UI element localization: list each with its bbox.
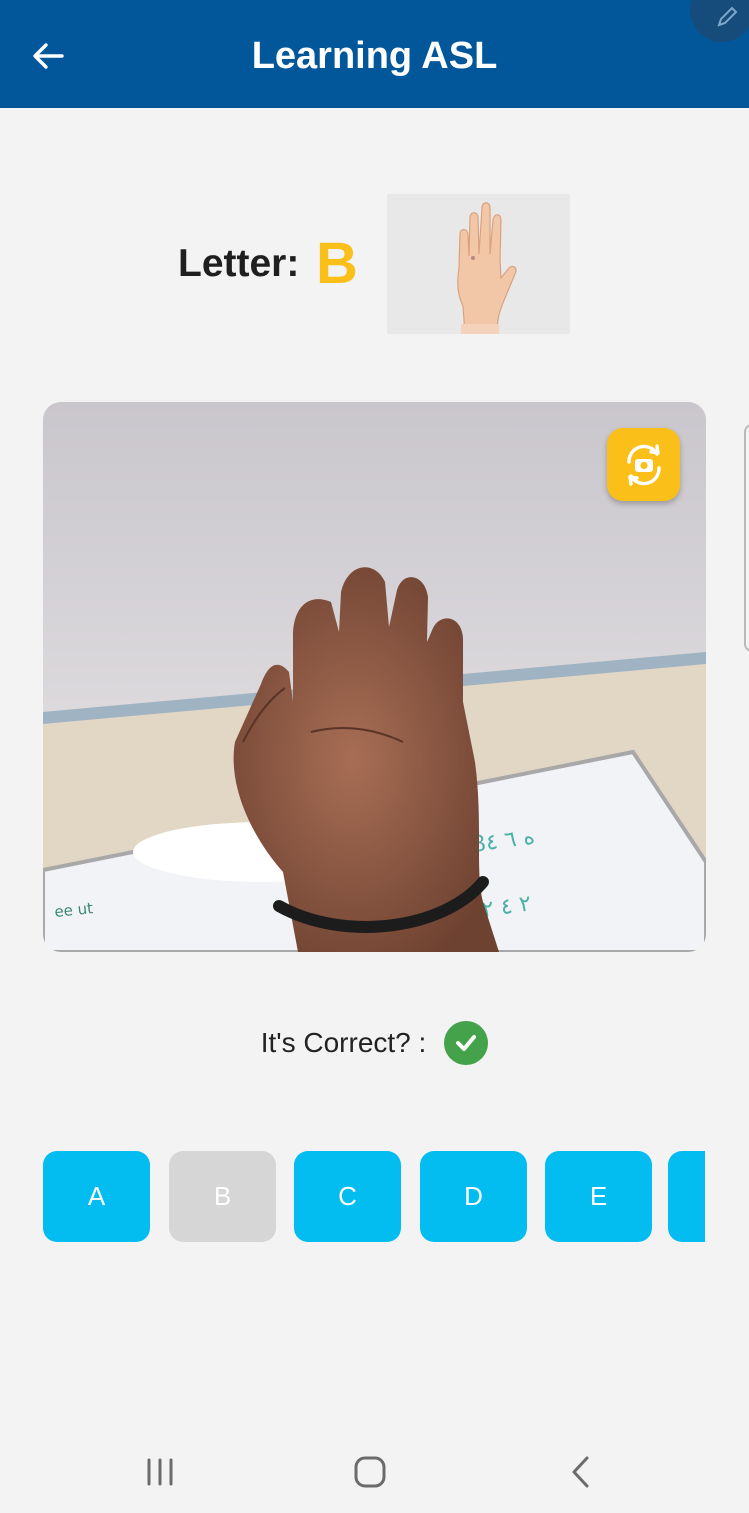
camera-switch-icon [626, 443, 661, 486]
letter-selector[interactable]: A B C D E [43, 1151, 705, 1242]
switch-camera-button[interactable] [607, 428, 680, 501]
letter-button-a[interactable]: A [43, 1151, 150, 1242]
reference-sign-image [387, 194, 570, 334]
side-panel-handle[interactable] [744, 424, 749, 652]
recent-apps-icon[interactable] [145, 1458, 175, 1486]
letter-button-next[interactable] [668, 1151, 705, 1242]
current-letter: B [316, 231, 358, 296]
system-nav-bar [0, 1428, 749, 1513]
home-icon[interactable] [354, 1456, 386, 1488]
letter-button-e[interactable]: E [545, 1151, 652, 1242]
letter-button-c[interactable]: C [294, 1151, 401, 1242]
pencil-icon [717, 6, 738, 27]
letter-button-b[interactable]: B [169, 1151, 276, 1242]
result-row: It's Correct? : [0, 1020, 749, 1066]
result-label: It's Correct? : [260, 1027, 427, 1058]
back-chevron-icon[interactable] [568, 1455, 594, 1489]
check-circle-icon [444, 1021, 489, 1065]
page-title: Learning ASL [251, 35, 498, 77]
app-bar: Learning ASL [0, 0, 749, 108]
letter-label: Letter: [178, 242, 300, 285]
letter-button-d[interactable]: D [420, 1151, 527, 1242]
